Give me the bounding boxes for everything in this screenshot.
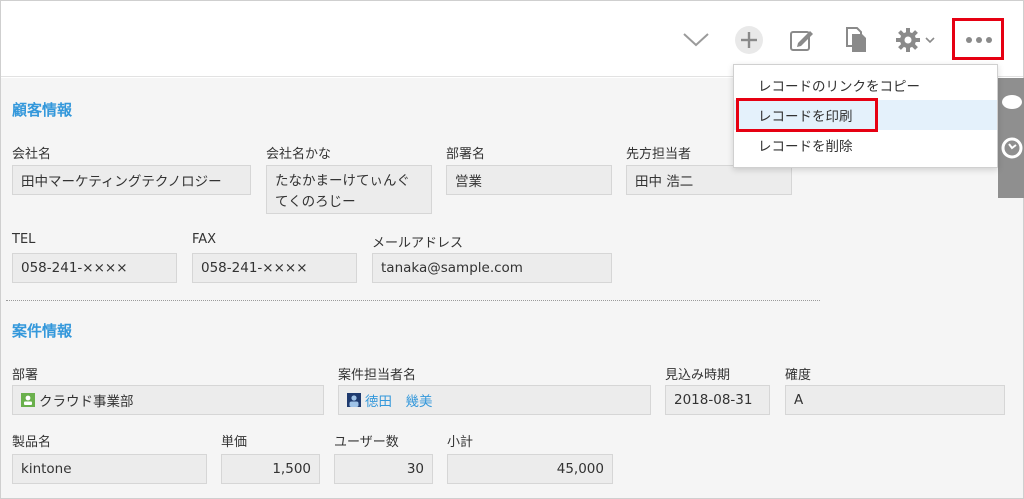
fax-value: 058-241-×××× xyxy=(192,253,357,283)
subtotal-label: 小計 xyxy=(447,435,474,450)
product-label: 製品名 xyxy=(12,435,52,450)
organization-icon xyxy=(21,393,35,407)
unit-price-label: 単価 xyxy=(221,435,248,450)
copy-icon xyxy=(846,27,866,52)
owner-link[interactable]: 徳田 幾美 xyxy=(365,390,433,410)
user-count-label: ユーザー数 xyxy=(334,435,399,450)
contact-person-value: 田中 浩二 xyxy=(626,165,792,195)
department-value: 営業 xyxy=(446,165,612,195)
side-panel-tab[interactable] xyxy=(998,78,1024,198)
owner-label: 案件担当者名 xyxy=(338,368,417,383)
owner-value: 徳田 幾美 xyxy=(338,385,651,415)
company-name-label: 会社名 xyxy=(12,147,52,162)
add-record-button[interactable] xyxy=(732,23,766,57)
tel-label: TEL xyxy=(12,232,36,247)
company-kana-value: たなかまーけてぃんぐてくのろじー xyxy=(266,165,432,214)
expected-date-value: 2018-08-31 xyxy=(665,385,770,415)
gear-icon xyxy=(896,28,920,52)
edit-icon xyxy=(790,31,813,51)
email-label: メールアドレス xyxy=(372,236,464,251)
chevron-down-icon[interactable] xyxy=(679,23,713,57)
caret-down-icon xyxy=(925,37,935,44)
unit-price-value: 1,500 xyxy=(221,454,320,484)
contact-person-label: 先方担当者 xyxy=(626,147,692,162)
busho-value: クラウド事業部 xyxy=(12,385,324,415)
menu-item-copy-link[interactable]: レコードのリンクをコピー xyxy=(734,70,997,100)
settings-button[interactable] xyxy=(891,23,939,57)
menu-item-delete[interactable]: レコードを削除 xyxy=(734,130,997,160)
subtotal-value: 45,000 xyxy=(447,454,613,484)
highlight-print-item xyxy=(736,98,878,132)
expected-date-label: 見込み時期 xyxy=(665,368,731,383)
plus-icon xyxy=(735,26,763,54)
side-panel-icons xyxy=(1001,95,1023,159)
section-divider xyxy=(6,300,820,301)
certainty-label: 確度 xyxy=(785,368,812,383)
company-name-value: 田中マーケティングテクノロジー xyxy=(12,165,251,195)
certainty-value: A xyxy=(785,385,1005,415)
highlight-more-button xyxy=(952,18,1004,60)
company-kana-label: 会社名かな xyxy=(266,147,332,162)
user-avatar-icon xyxy=(347,393,361,407)
busho-label: 部署 xyxy=(12,368,39,383)
section-title-customer: 顧客情報 xyxy=(12,101,73,119)
section-title-project: 案件情報 xyxy=(12,322,73,340)
busho-text: クラウド事業部 xyxy=(39,394,134,410)
fax-label: FAX xyxy=(192,232,217,247)
product-value: kintone xyxy=(12,454,207,484)
tel-value: 058-241-×××× xyxy=(12,253,177,283)
user-count-value: 30 xyxy=(334,454,433,484)
department-label: 部署名 xyxy=(446,147,486,162)
edit-record-button[interactable] xyxy=(785,23,819,57)
duplicate-record-button[interactable] xyxy=(839,23,873,57)
email-value: tanaka@sample.com xyxy=(372,253,612,283)
